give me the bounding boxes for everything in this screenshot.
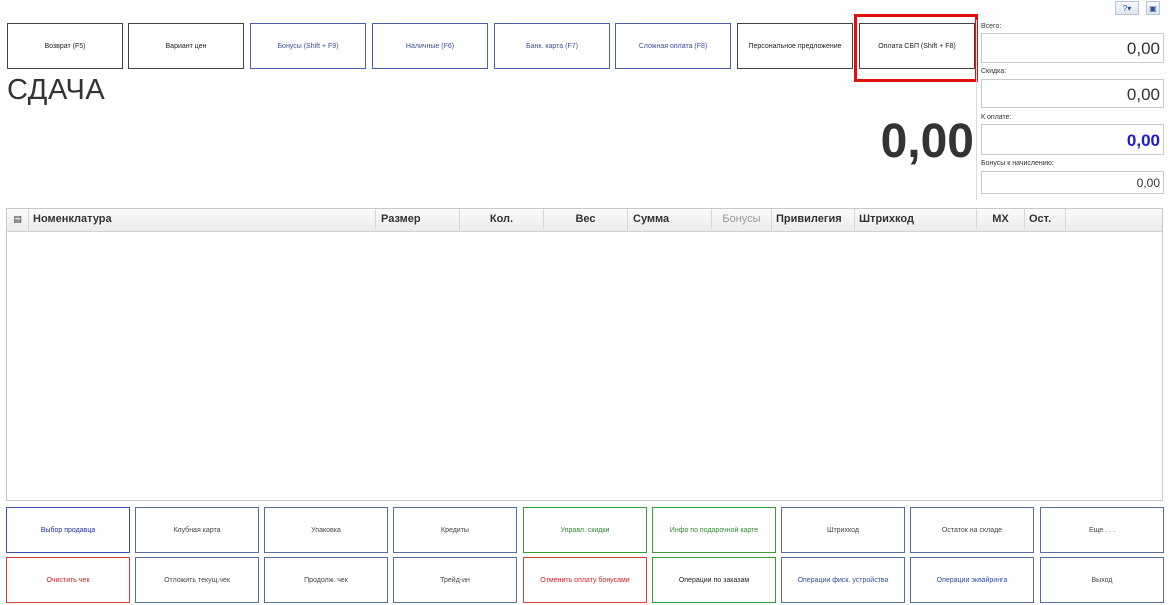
complex-payment-button[interactable]: Сложная оплата (F8) [615,23,731,69]
to-pay-field: 0,00 [981,124,1164,155]
discount-label: Скидка: [981,68,1007,75]
total-field: 0,00 [981,33,1164,63]
table-header: ▤ Номенклатура Размер Кол. Вес Сумма Бон… [7,209,1162,232]
help-icon[interactable]: ?▾ [1115,1,1139,15]
discount-field: 0,00 [981,79,1164,108]
sbp-payment-button[interactable]: Оплата СБП (Shift + F8) [859,23,975,69]
column-size[interactable]: Размер [376,209,460,230]
picture-icon[interactable]: ▣ [1146,1,1160,15]
change-amount: 0,00 [880,115,974,168]
column-mx[interactable]: МХ [977,209,1025,230]
column-weight[interactable]: Вес [544,209,628,230]
manage-discounts-button[interactable]: Управл. скидки [523,507,647,553]
select-seller-button[interactable]: Выбор продавца [6,507,130,553]
continue-receipt-button[interactable]: Продолж. чек [264,557,388,603]
bonuses-button[interactable]: Бонусы (Shift + F9) [250,23,366,69]
barcode-button[interactable]: Штрихкод [781,507,905,553]
clear-receipt-button[interactable]: Очистить чек [6,557,130,603]
items-table[interactable]: ▤ Номенклатура Размер Кол. Вес Сумма Бон… [6,208,1163,501]
column-stock[interactable]: Ост. [1025,209,1066,230]
panel-divider [976,20,977,200]
column-barcode[interactable]: Штрихкод [855,209,977,230]
bank-card-button[interactable]: Банк. карта (F7) [494,23,610,69]
change-label: СДАЧА [7,74,106,106]
total-label: Всего: [981,23,1002,30]
fiscal-device-operations-button[interactable]: Операции фиск. устройства [781,557,905,603]
bonus-accrual-field: 0,00 [981,171,1164,194]
cash-button[interactable]: Наличные (F6) [372,23,488,69]
column-sum[interactable]: Сумма [628,209,712,230]
price-variant-button[interactable]: Вариант цен [128,23,244,69]
trade-in-button[interactable]: Трейд-ин [393,557,517,603]
column-nomenclature[interactable]: Номенклатура [29,209,376,230]
postpone-receipt-button[interactable]: Отложить текущ.чек [135,557,259,603]
acquiring-operations-button[interactable]: Операции эквайринга [910,557,1034,603]
bonus-accrual-label: Бонусы к начислению: [981,160,1054,167]
column-bonuses[interactable]: Бонусы [712,209,772,230]
more-button[interactable]: Еще . . . [1040,507,1164,553]
packaging-button[interactable]: Упаковка [264,507,388,553]
table-settings-icon[interactable]: ▤ [7,209,29,230]
column-quantity[interactable]: Кол. [460,209,544,230]
order-operations-button[interactable]: Операции по заказам [652,557,776,603]
personal-offer-button[interactable]: Персональное предложение [737,23,853,69]
to-pay-label: К оплате: [981,114,1012,121]
credits-button[interactable]: Кредиты [393,507,517,553]
exit-button[interactable]: Выход [1040,557,1164,603]
return-button[interactable]: Возврат (F5) [7,23,123,69]
column-privilege[interactable]: Привилегия [772,209,855,230]
warehouse-stock-button[interactable]: Остаток на складе [910,507,1034,553]
gift-card-info-button[interactable]: Инфо по подарочной карте [652,507,776,553]
cancel-bonus-payment-button[interactable]: Отменить оплату бонусами [523,557,647,603]
club-card-button[interactable]: Клубная карта [135,507,259,553]
